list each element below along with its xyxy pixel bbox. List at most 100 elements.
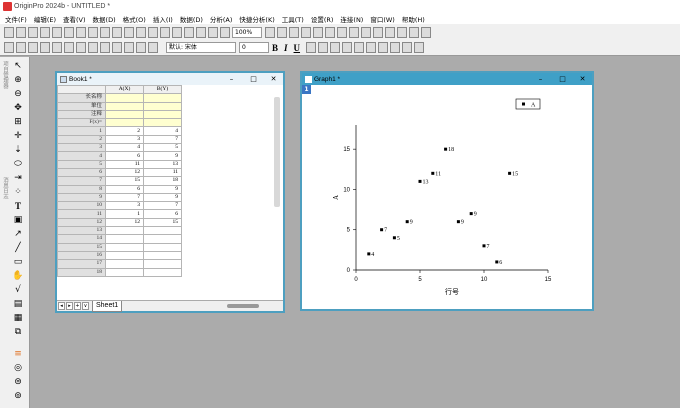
size-combo[interactable]: 0 (239, 42, 269, 53)
row-number[interactable]: 12 (57, 217, 106, 228)
row-number[interactable]: 10 (57, 201, 106, 211)
row-number[interactable]: 8 (57, 184, 106, 194)
table-row[interactable]: 17 (57, 259, 182, 269)
extract-icon[interactable] (88, 42, 98, 53)
meta-row-label[interactable]: F(x)= (57, 118, 106, 128)
graph-minimize-icon[interactable]: – (535, 73, 546, 85)
meta-cell-b[interactable] (143, 101, 182, 111)
legend-box[interactable] (515, 98, 541, 110)
insert-graph-icon[interactable]: ▤ (12, 299, 24, 310)
font-color-icon[interactable] (390, 42, 401, 53)
table-row[interactable]: 8 6 9 (57, 184, 182, 194)
data-point[interactable] (508, 171, 512, 175)
new-book-icon[interactable] (16, 26, 26, 38)
group-icon[interactable]: ⊜ (12, 377, 24, 388)
meta-row-label[interactable]: 单位 (57, 101, 106, 111)
data-label[interactable]: 18 (448, 147, 454, 153)
color-scale-icon[interactable]: ▣ (12, 215, 24, 226)
sort-icon[interactable] (409, 26, 419, 38)
y-axis-title[interactable]: A (332, 195, 340, 200)
corner-cell[interactable] (57, 84, 106, 95)
subscript-icon[interactable] (318, 42, 329, 53)
table-row[interactable]: 2 3 7 (57, 134, 182, 145)
menu-settings[interactable]: 设置(R) (311, 14, 334, 24)
new-notes-icon[interactable] (76, 26, 86, 38)
first-sheet-icon[interactable]: ◂ (58, 302, 65, 310)
move-icon[interactable]: ✥ (12, 103, 24, 114)
vertical-scrollbar[interactable] (274, 97, 280, 207)
x-tick-label[interactable]: 0 (354, 277, 358, 283)
hand-tool-icon[interactable]: ✋ (12, 271, 24, 282)
scatter-chart[interactable]: 0 5 10 15 0 5 10 15 行号 A 4 7 5 9 13 11 18 9 9 7 6 15 A (302, 85, 592, 309)
cell-b[interactable] (143, 234, 182, 244)
open-excel-icon[interactable] (112, 26, 122, 38)
table-row[interactable]: 5 11 13 (57, 159, 182, 169)
x-tick-label[interactable]: 15 (545, 277, 552, 283)
row-number[interactable]: 6 (57, 167, 106, 178)
scale-in-icon[interactable] (28, 42, 38, 53)
cell-a[interactable]: 12 (105, 167, 144, 178)
table-row[interactable]: 6 12 11 (57, 167, 182, 178)
data-label[interactable]: 11 (435, 171, 441, 177)
meta-cell-b[interactable] (143, 93, 182, 103)
color-palette-icon[interactable]: ≡ (12, 349, 24, 360)
cell-b[interactable]: 13 (143, 159, 182, 169)
menu-analysis[interactable]: 分析(A) (210, 14, 233, 24)
data-point[interactable] (367, 252, 371, 256)
cell-b[interactable] (143, 226, 182, 236)
data-label[interactable]: 5 (397, 236, 400, 242)
menu-quick-analysis[interactable]: 快捷分析(K) (239, 14, 274, 24)
draw-data-icon[interactable]: ⁘ (12, 187, 24, 198)
x-tick-label[interactable]: 5 (418, 277, 422, 283)
new-function-icon[interactable] (52, 26, 62, 38)
plot-details-icon[interactable] (112, 42, 122, 53)
graph-close-icon[interactable]: ✕ (577, 73, 588, 85)
add-plot-icon[interactable] (64, 42, 74, 53)
cell-a[interactable]: 11 (105, 159, 144, 169)
zoom-out-tool-icon[interactable]: ⊖ (12, 89, 24, 100)
new-graph-icon[interactable] (28, 26, 38, 38)
rescale-icon[interactable] (16, 42, 26, 53)
data-point[interactable] (405, 220, 409, 224)
arrow-tool-icon[interactable]: ↗ (12, 229, 24, 240)
menu-file[interactable]: 文件(F) (5, 14, 27, 24)
pan-icon[interactable] (4, 42, 14, 53)
data-reader-icon[interactable]: ✛ (12, 131, 24, 142)
menu-format[interactable]: 格式(O) (123, 14, 146, 24)
row-number[interactable]: 16 (57, 250, 106, 261)
row-number[interactable]: 15 (57, 242, 106, 252)
data-point[interactable] (431, 171, 435, 175)
fill-color-icon[interactable] (414, 42, 425, 53)
redo-icon[interactable] (136, 42, 146, 53)
maximize-icon[interactable]: □ (248, 73, 259, 85)
italic-button[interactable]: I (284, 43, 288, 53)
row-number[interactable]: 13 (57, 226, 106, 236)
cell-b[interactable]: 7 (143, 134, 182, 145)
data-point[interactable] (392, 236, 396, 240)
smart-hint-icon[interactable] (361, 26, 371, 38)
cell-a[interactable]: 4 (105, 143, 144, 153)
data-label[interactable]: 7 (384, 228, 387, 234)
new-matrix-icon[interactable] (40, 26, 50, 38)
cell-b[interactable]: 9 (143, 151, 182, 161)
row-number[interactable]: 3 (57, 143, 106, 153)
cell-b[interactable] (143, 250, 182, 261)
refresh-icon[interactable] (184, 26, 194, 38)
table-row[interactable]: 12 12 15 (57, 217, 182, 228)
project-explorer-tab[interactable]: 项目管理器 (1, 61, 9, 89)
messages-log-tab[interactable]: 消息日志 (1, 177, 9, 199)
row-number[interactable]: 17 (57, 259, 106, 269)
new-layout-icon[interactable] (64, 26, 74, 38)
sheet-list-icon[interactable]: ∨ (82, 302, 89, 310)
row-number[interactable]: 11 (57, 209, 106, 219)
greek-icon[interactable] (342, 42, 353, 53)
data-point[interactable] (444, 147, 448, 151)
table-row[interactable]: 1 2 4 (57, 126, 182, 136)
meta-row-label[interactable]: 注释 (57, 109, 106, 120)
minimize-icon[interactable]: – (226, 73, 237, 85)
meta-cell-a[interactable] (105, 118, 144, 128)
graph-maximize-icon[interactable]: □ (557, 73, 568, 85)
row-number[interactable]: 5 (57, 159, 106, 169)
arrow-icon[interactable] (52, 42, 62, 53)
data-point[interactable] (456, 220, 460, 224)
